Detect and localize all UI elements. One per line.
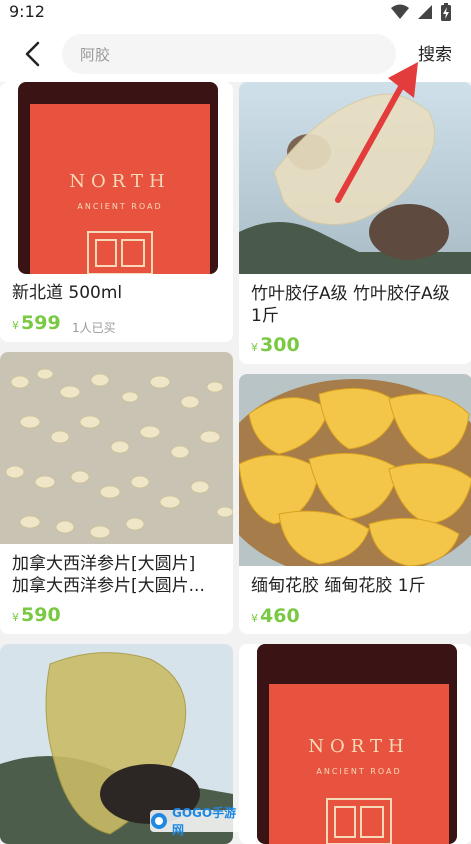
flower-maw-image: [239, 374, 471, 566]
ginseng-slices-image: [0, 352, 233, 544]
battery-icon: [441, 3, 451, 21]
price-value: 300: [260, 334, 300, 356]
bottle-tagline-text: ANCIENT ROAD: [77, 202, 162, 211]
logo-icon: [150, 813, 167, 829]
product-card[interactable]: NORTH ANCIENT ROAD 新北道 500ml ¥599 1人已买: [0, 82, 233, 342]
currency-symbol: ¥: [12, 319, 19, 332]
status-bar: 9:12: [0, 0, 471, 26]
search-query-text: 阿胶: [80, 45, 111, 64]
product-image: [239, 374, 471, 566]
product-title-line2: 加拿大西洋参片[大圆片...: [12, 576, 205, 596]
search-input[interactable]: 阿胶: [62, 34, 396, 74]
watermark-logo: GOGO手游网: [150, 806, 248, 837]
product-image: [239, 82, 471, 274]
product-image: NORTH ANCIENT ROAD: [239, 644, 471, 844]
currency-symbol: ¥: [251, 612, 258, 625]
sold-count: 1人已买: [72, 321, 116, 335]
price-value: 599: [21, 312, 61, 334]
product-title-line1: 加拿大西洋参片[大圆片]: [12, 554, 196, 574]
product-price: ¥590: [12, 604, 61, 626]
watermark-text: GOGO手游网: [171, 806, 237, 837]
search-button[interactable]: 搜索: [418, 40, 452, 65]
status-icons: [391, 3, 451, 21]
status-time: 9:12: [9, 2, 45, 21]
currency-symbol: ¥: [251, 341, 258, 354]
product-image: [0, 352, 233, 544]
product-card[interactable]: 加拿大西洋参片[大圆片] 加拿大西洋参片[大圆片... ¥590: [0, 352, 233, 634]
product-price: ¥460: [251, 605, 300, 627]
product-title: 缅甸花胶 缅甸花胶 1斤: [251, 576, 426, 596]
currency-symbol: ¥: [12, 611, 19, 624]
product-price: ¥300: [251, 334, 300, 356]
wine-bottle-image: NORTH ANCIENT ROAD: [239, 644, 471, 844]
search-header: 阿胶 搜索: [0, 26, 471, 82]
bottle-brand-text: NORTH: [69, 171, 170, 192]
product-title: 竹叶胶仔A级 竹叶胶仔A级 1斤: [251, 284, 450, 326]
fish-maw-image: [239, 82, 471, 274]
product-title: 新北道 500ml: [12, 283, 123, 303]
price-value: 460: [260, 605, 300, 627]
product-image: NORTH ANCIENT ROAD: [0, 82, 233, 274]
price-value: 590: [21, 604, 61, 626]
signal-icon: [418, 5, 432, 19]
wine-bottle-image: NORTH ANCIENT ROAD: [0, 82, 233, 274]
product-card[interactable]: 缅甸花胶 缅甸花胶 1斤 ¥460: [239, 374, 471, 634]
wifi-icon: [391, 4, 409, 19]
bottle-brand-text: NORTH: [308, 736, 409, 757]
back-icon[interactable]: [18, 38, 50, 70]
bottle-tagline-text: ANCIENT ROAD: [316, 767, 401, 776]
product-card[interactable]: 竹叶胶仔A级 竹叶胶仔A级 1斤 ¥300: [239, 82, 471, 364]
product-price: ¥599: [12, 312, 61, 334]
product-grid: NORTH ANCIENT ROAD 新北道 500ml ¥599 1人已买 竹…: [0, 82, 471, 844]
product-card[interactable]: NORTH ANCIENT ROAD: [239, 644, 471, 844]
